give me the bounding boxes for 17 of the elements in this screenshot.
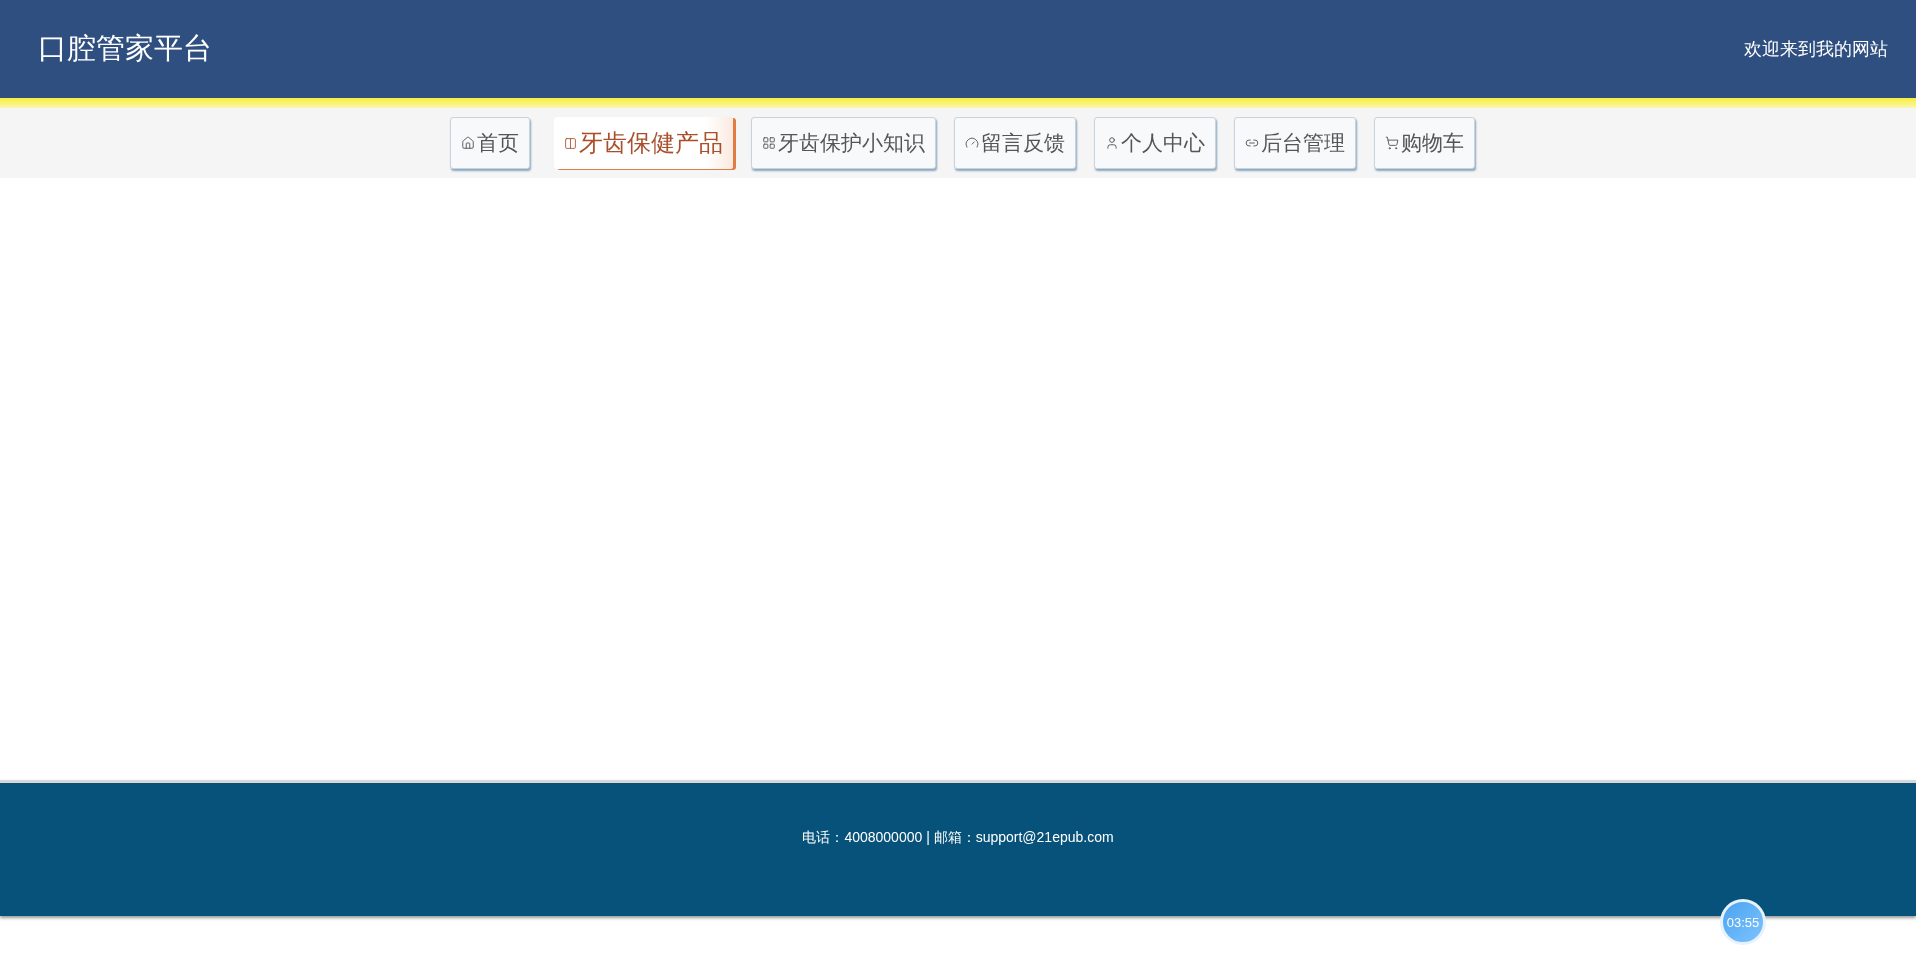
site-title: 口腔管家平台 [38,30,212,67]
nav-tab[interactable]: 留言反馈 [953,117,1076,169]
nav-tab[interactable]: 牙齿保护小知识 [750,117,936,169]
cart-icon [1384,136,1399,150]
nav-tab[interactable]: 首页 [449,117,530,169]
nav-tab[interactable]: 牙齿保健产品 [553,117,733,169]
nav-tab[interactable]: 购物车 [1373,117,1475,169]
home-icon [460,136,475,150]
nav-tab[interactable]: 个人中心 [1093,117,1216,169]
nav-tab[interactable]: 后台管理 [1233,117,1356,169]
link-icon [1244,136,1259,150]
contact-info: 电话：4008000000 | 邮箱：support@21epub.com [802,829,1114,847]
user-icon [1104,136,1119,150]
gauge-icon [964,136,979,150]
columns-icon [563,136,577,150]
grid-icon [761,136,776,150]
welcome-text: 欢迎来到我的网站 [1744,37,1888,61]
